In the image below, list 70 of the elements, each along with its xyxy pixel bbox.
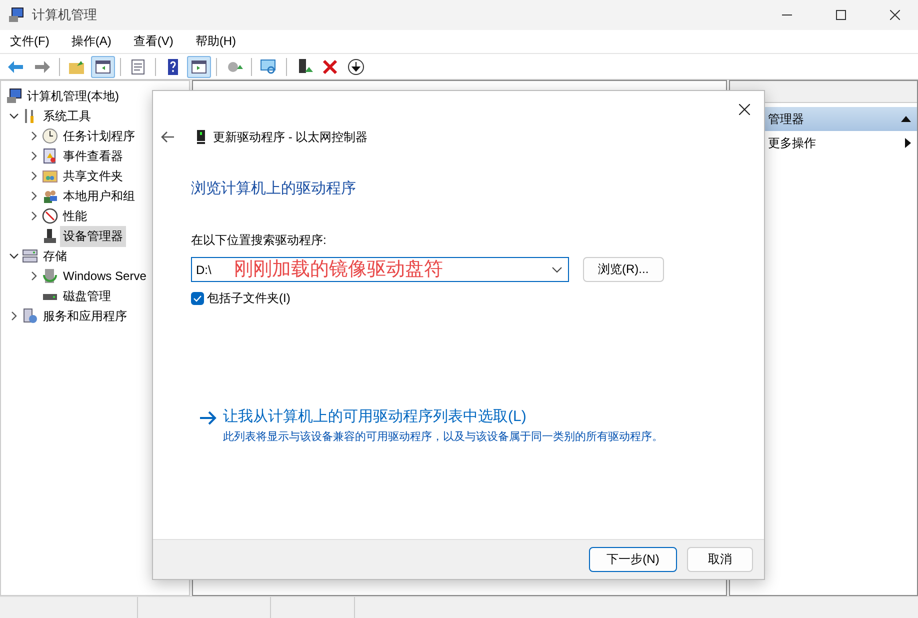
tree-item[interactable]: 事件查看器 [60, 146, 126, 166]
storage-icon [22, 248, 38, 264]
gauge-icon [42, 208, 58, 224]
toolbar-button[interactable] [91, 56, 115, 78]
backup-icon [42, 268, 58, 284]
window-title: 计算机管理 [32, 6, 98, 24]
device-icon [197, 130, 205, 144]
tree-item[interactable]: 本地用户和组 [60, 186, 138, 206]
annotation-text: 刚刚加载的镜像驱动盘符 [234, 258, 444, 280]
chevron-right-icon[interactable] [29, 171, 39, 181]
action-header[interactable]: 管理器 [768, 110, 804, 128]
cancel-button[interactable]: 取消 [687, 547, 753, 572]
next-button[interactable]: 下一步(N) [589, 547, 677, 572]
chevron-right-icon[interactable] [29, 271, 39, 281]
submenu-triangle-icon [905, 138, 911, 148]
field-label: 在以下位置搜索驱动程序: [191, 232, 328, 249]
chevron-down-icon[interactable] [9, 111, 19, 121]
tree-item[interactable]: 存储 [40, 246, 70, 266]
chevron-down-icon[interactable] [9, 251, 19, 261]
chevron-right-icon[interactable] [9, 311, 19, 321]
computer-icon [8, 7, 24, 23]
window-pane-icon [190, 58, 208, 76]
tree-item[interactable]: 系统工具 [40, 106, 94, 126]
menu-item[interactable]: 操作(A) [65, 30, 118, 52]
chevron-right-icon[interactable] [29, 131, 39, 141]
menu-item[interactable]: 文件(F) [4, 30, 56, 52]
tree-item[interactable]: 磁盘管理 [60, 286, 114, 306]
browse-button[interactable]: 浏览(R)... [583, 257, 664, 282]
device-icon [42, 228, 58, 244]
chevron-right-icon[interactable] [29, 211, 39, 221]
arrow-right-icon [199, 411, 217, 425]
computer-icon [6, 88, 22, 104]
action-item[interactable]: 更多操作 [768, 134, 816, 152]
tree-item[interactable]: 共享文件夹 [60, 166, 126, 186]
chevron-right-icon[interactable] [29, 191, 39, 201]
tree-item[interactable]: 计算机管理(本地) [24, 86, 122, 106]
tree-item[interactable]: 设备管理器 [60, 226, 126, 246]
tree-item[interactable]: 性能 [60, 206, 90, 226]
services-icon [22, 308, 38, 324]
back-arrow-icon [161, 131, 175, 143]
path-combobox[interactable]: D:\ 刚刚加载的镜像驱动盘符 [191, 257, 569, 282]
tree-item[interactable]: 服务和应用程序 [40, 306, 130, 326]
tree-item[interactable]: Windows Serve [60, 267, 150, 285]
menu-item[interactable]: 帮助(H) [189, 30, 242, 52]
down-circle-icon [347, 58, 365, 76]
chevron-down-icon [552, 266, 562, 272]
users-icon [42, 188, 58, 204]
chevron-right-icon[interactable] [29, 151, 39, 161]
tree-item[interactable]: 任务计划程序 [60, 126, 138, 146]
dialog-title: 更新驱动程序 - 以太网控制器 [213, 128, 368, 146]
menu-item[interactable]: 查看(V) [127, 30, 180, 52]
monitor-search-icon [260, 58, 278, 76]
delete-icon [321, 58, 339, 76]
checkbox[interactable] [191, 292, 204, 305]
checkmark-icon [193, 295, 202, 302]
log-book-icon [42, 148, 58, 164]
path-input[interactable]: D:\ [196, 262, 218, 276]
link-description: 此列表将显示与该设备兼容的可用驱动程序，以及与该设备属于同一类别的所有驱动程序。 [223, 430, 664, 445]
checkbox-label: 包括子文件夹(I) [207, 290, 290, 307]
shared-folder-icon [42, 168, 58, 184]
collapse-triangle-icon[interactable] [901, 116, 911, 122]
window-pane-icon [94, 58, 112, 76]
maximize-icon [836, 10, 846, 20]
clock-icon [42, 128, 58, 144]
dialog-heading: 浏览计算机上的驱动程序 [191, 179, 357, 198]
close-icon [738, 104, 750, 114]
close-icon [890, 10, 900, 20]
properties-icon [129, 58, 147, 76]
pick-driver-link[interactable]: 让我从计算机上的可用驱动程序列表中选取(L) [223, 407, 703, 426]
toolbar-button[interactable] [187, 56, 211, 78]
